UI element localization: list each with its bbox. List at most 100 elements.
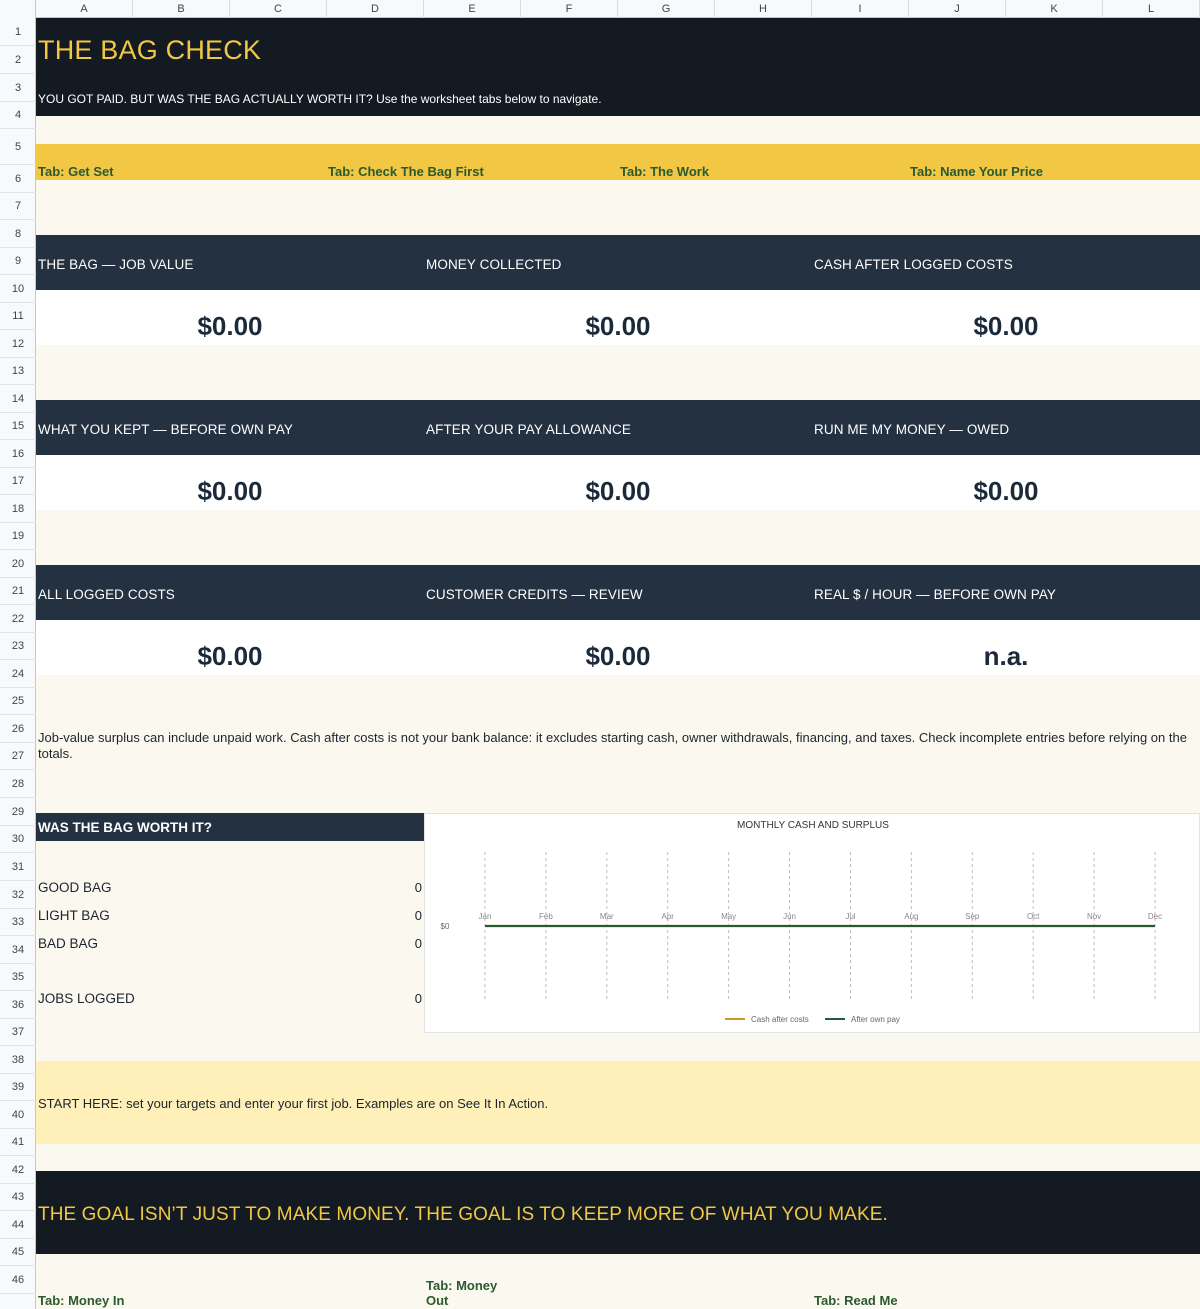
chart-x-tick-label: Sep xyxy=(965,912,980,921)
chart-x-tick-label: Jul xyxy=(845,912,855,921)
row-header-24[interactable]: 24 xyxy=(0,660,36,688)
row-header-17[interactable]: 17 xyxy=(0,468,36,495)
chart-x-tick-label: Jun xyxy=(783,912,796,921)
row-header-12[interactable]: 12 xyxy=(0,330,36,358)
card-value-customer-credits: $0.00 xyxy=(585,641,651,671)
goal-text: THE GOAL ISN’T JUST TO MAKE MONEY. THE G… xyxy=(38,1204,888,1225)
column-header-i[interactable]: I xyxy=(812,0,909,18)
chart-x-tick-label: Dec xyxy=(1148,912,1162,921)
tab-link-money-in[interactable]: Tab: Money In xyxy=(38,1293,124,1308)
spacer-row xyxy=(36,345,1200,400)
column-header-b[interactable]: B xyxy=(133,0,230,18)
row-header-34[interactable]: 34 xyxy=(0,936,36,964)
column-header-k[interactable]: K xyxy=(1006,0,1103,18)
card-label-real-dollar-per-hour: REAL $ / HOUR — BEFORE OWN PAY xyxy=(814,587,1057,602)
column-header-d[interactable]: D xyxy=(327,0,424,18)
worth-label-good-bag: GOOD BAG xyxy=(38,880,112,895)
row-header-10[interactable]: 10 xyxy=(0,275,36,303)
row-header-30[interactable]: 30 xyxy=(0,826,36,853)
column-header-l[interactable]: L xyxy=(1103,0,1200,18)
row-header-45[interactable]: 45 xyxy=(0,1239,36,1266)
start-here-text: START HERE: set your targets and enter y… xyxy=(38,1096,549,1111)
column-header-e[interactable]: E xyxy=(424,0,521,18)
select-all-corner[interactable] xyxy=(0,0,36,18)
row-header-3[interactable]: 3 xyxy=(0,74,36,102)
row-header-32[interactable]: 32 xyxy=(0,881,36,909)
row-header-22[interactable]: 22 xyxy=(0,605,36,633)
row-header-46[interactable]: 46 xyxy=(0,1266,36,1294)
row-header-40[interactable]: 40 xyxy=(0,1101,36,1129)
row-header-31[interactable]: 31 xyxy=(0,853,36,881)
row-header-27[interactable]: 27 xyxy=(0,743,36,770)
column-header-bar: ABCDEFGHIJKL xyxy=(0,0,1200,18)
tab-link-name-your-price[interactable]: Tab: Name Your Price xyxy=(910,164,1043,179)
tab-links-top: Tab: Get Set Tab: Check The Bag First Ta… xyxy=(36,144,1200,180)
tab-link-read-me[interactable]: Tab: Read Me xyxy=(814,1293,898,1308)
card-label-after-pay-allowance: AFTER YOUR PAY ALLOWANCE xyxy=(426,422,631,437)
row-header-37[interactable]: 37 xyxy=(0,1019,36,1046)
column-header-f[interactable]: F xyxy=(521,0,618,18)
column-header-g[interactable]: G xyxy=(618,0,715,18)
card-value-run-me-my-money: $0.00 xyxy=(973,476,1039,506)
tab-link-check-the-bag-first[interactable]: Tab: Check The Bag First xyxy=(328,164,484,179)
chart-y-tick-label: $0 xyxy=(441,922,450,931)
monthly-cash-chart[interactable]: MONTHLY CASH AND SURPLUS Jan Feb Mar Apr May J… xyxy=(424,813,1200,1033)
row-header-25[interactable]: 25 xyxy=(0,688,36,715)
worth-value-good-bag: 0 xyxy=(414,880,422,895)
row-header-13[interactable]: 13 xyxy=(0,358,36,385)
row-header-21[interactable]: 21 xyxy=(0,578,36,605)
row-header-43[interactable]: 43 xyxy=(0,1184,36,1211)
spreadsheet-view: ABCDEFGHIJKL 1 2 3 4 5 6 7 8 9 10 11 12 13 14 15 16 17 18… xyxy=(0,0,1200,1309)
row-header-36[interactable]: 36 xyxy=(0,991,36,1019)
row-header-26[interactable]: 26 xyxy=(0,715,36,743)
row-header-16[interactable]: 16 xyxy=(0,440,36,468)
row-header-23[interactable]: 23 xyxy=(0,633,36,660)
row-header-33[interactable]: 33 xyxy=(0,909,36,936)
column-header-c[interactable]: C xyxy=(230,0,327,18)
row-header-41[interactable]: 41 xyxy=(0,1129,36,1156)
row-header-bar: 1 2 3 4 5 6 7 8 9 10 11 12 13 14 15 16 17 18 19 20 21 22 23 24 2… xyxy=(0,18,36,1309)
row-header-44[interactable]: 44 xyxy=(0,1211,36,1239)
row-header-6[interactable]: 6 xyxy=(0,165,36,193)
row-header-28[interactable]: 28 xyxy=(0,770,36,798)
card-header-row-1: THE BAG — JOB VALUE MONEY COLLECTED CASH… xyxy=(36,235,1200,290)
row-header-38[interactable]: 38 xyxy=(0,1046,36,1074)
chart-x-tick-label: Nov xyxy=(1087,912,1101,921)
column-header-j[interactable]: J xyxy=(909,0,1006,18)
row-header-29[interactable]: 29 xyxy=(0,798,36,826)
card-value-job-value: $0.00 xyxy=(197,311,263,341)
spacer-row xyxy=(36,510,1200,565)
card-label-money-collected: MONEY COLLECTED xyxy=(426,257,562,272)
row-header-8[interactable]: 8 xyxy=(0,220,36,248)
row-header-35[interactable]: 35 xyxy=(0,964,36,991)
row-header-15[interactable]: 15 xyxy=(0,413,36,440)
row-header-39[interactable]: 39 xyxy=(0,1074,36,1101)
row-header-5[interactable]: 5 xyxy=(0,129,36,165)
row-header-19[interactable]: 19 xyxy=(0,523,36,550)
tab-link-money-out[interactable]: Tab: Money Out xyxy=(426,1278,516,1308)
row-header-14[interactable]: 14 xyxy=(0,385,36,413)
card-label-customer-credits: CUSTOMER CREDITS — REVIEW xyxy=(426,587,643,602)
spacer-row xyxy=(36,1144,1200,1171)
row-header-18[interactable]: 18 xyxy=(0,495,36,523)
row-header-2[interactable]: 2 xyxy=(0,46,36,74)
chart-legend-label: After own pay xyxy=(851,1015,900,1024)
row-header-7[interactable]: 7 xyxy=(0,193,36,220)
row-header-42[interactable]: 42 xyxy=(0,1156,36,1184)
row-header-11[interactable]: 11 xyxy=(0,303,36,330)
page-subtitle: YOU GOT PAID. BUT WAS THE BAG ACTUALLY W… xyxy=(38,92,602,106)
chart-x-tick-label: Feb xyxy=(539,912,553,921)
worth-label-jobs-logged: JOBS LOGGED xyxy=(38,991,135,1006)
row-header-1[interactable]: 1 xyxy=(0,18,36,46)
tab-link-get-set[interactable]: Tab: Get Set xyxy=(38,164,114,179)
goal-banner: THE GOAL ISN’T JUST TO MAKE MONEY. THE G… xyxy=(36,1171,1200,1254)
tab-link-the-work[interactable]: Tab: The Work xyxy=(620,164,709,179)
card-value-row-2: $0.00 $0.00 $0.00 xyxy=(36,455,1200,510)
row-header-20[interactable]: 20 xyxy=(0,550,36,578)
column-header-h[interactable]: H xyxy=(715,0,812,18)
spacer-row xyxy=(36,180,1200,235)
column-header-a[interactable]: A xyxy=(36,0,133,18)
chart-legend-label: Cash after costs xyxy=(751,1015,809,1024)
row-header-9[interactable]: 9 xyxy=(0,248,36,275)
row-header-4[interactable]: 4 xyxy=(0,102,36,129)
